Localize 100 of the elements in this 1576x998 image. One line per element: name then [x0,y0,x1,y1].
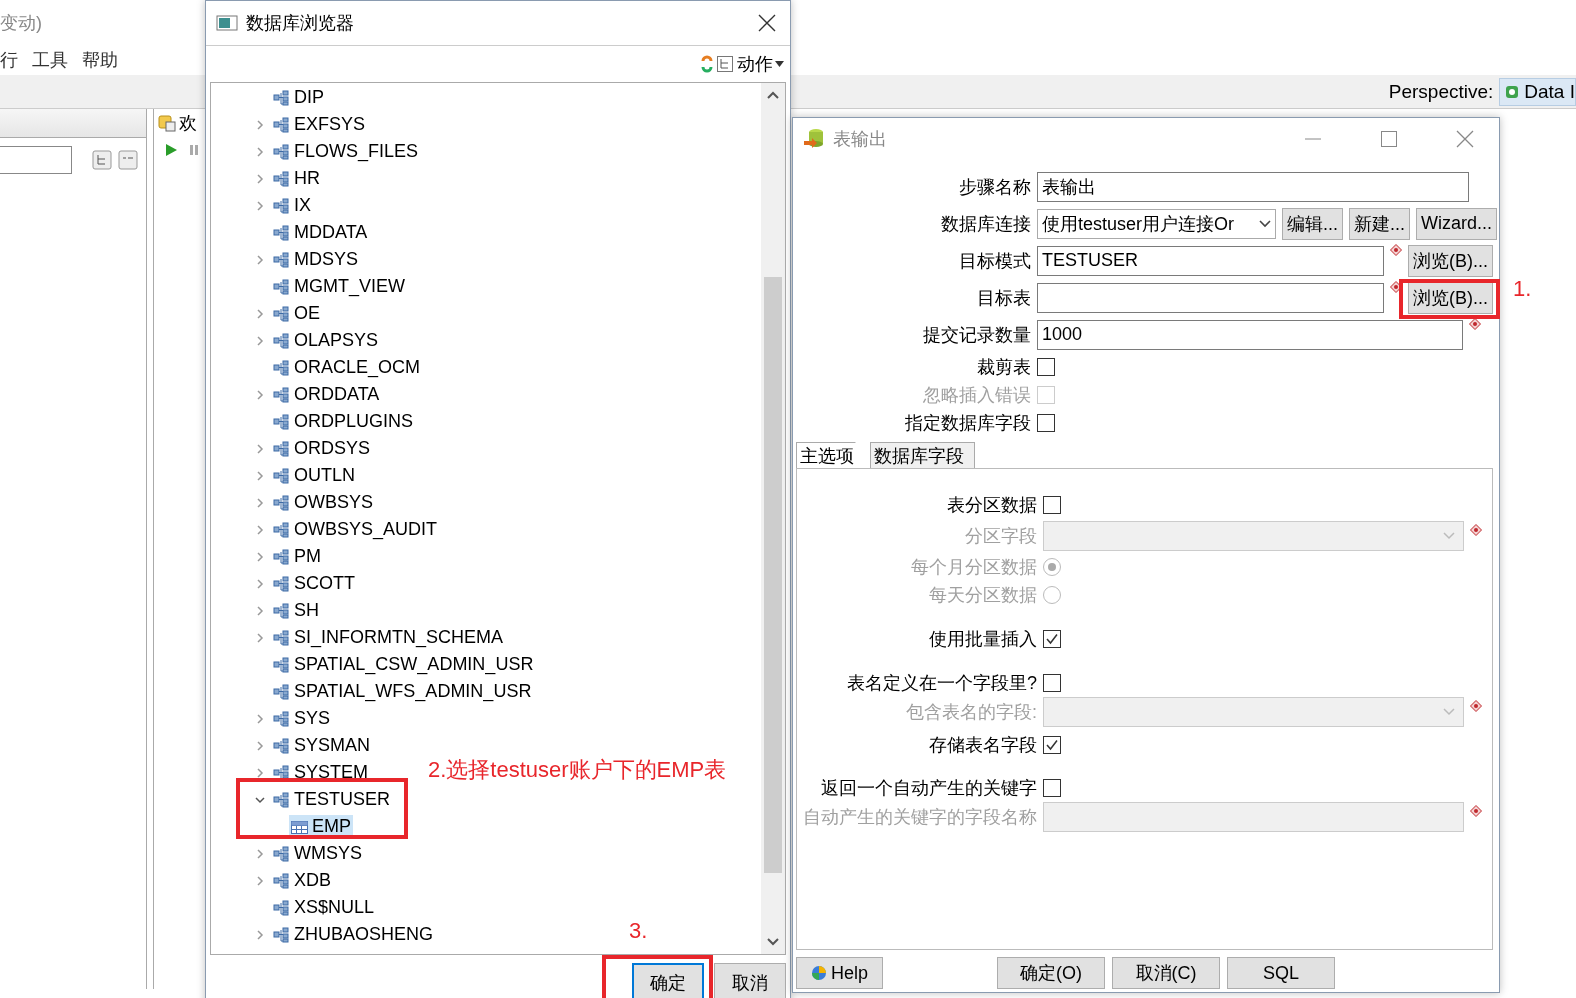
schema-icon [273,224,290,241]
tree-item[interactable]: TESTUSER [271,787,392,812]
tree-item[interactable]: MDDATA [271,220,370,245]
play-icon[interactable] [164,143,178,157]
field-label: 步骤名称 [958,175,1031,199]
schema-icon [273,575,290,592]
tree-view-icon[interactable] [717,56,733,72]
field-label: 每个月分区数据 [910,556,1037,579]
tree-item[interactable]: PM [271,544,323,569]
scrollbar[interactable] [761,83,785,954]
form-button[interactable]: 浏览(B)... [1408,244,1493,277]
tree-item[interactable]: OUTLN [271,463,357,488]
help-button[interactable]: Help [796,957,884,989]
schema-icon [273,683,290,700]
perspective-button[interactable]: Data I [1499,77,1576,106]
menu-item[interactable]: 行 [0,48,18,72]
dialog-button[interactable]: SQL [1227,957,1336,989]
tree-item[interactable]: FLOWS_FILES [271,139,421,164]
tree-item[interactable]: ORDDATA [271,382,382,407]
menu-item[interactable]: 工具 [32,48,68,72]
text-field[interactable] [1037,282,1384,313]
tree-view-icon[interactable] [92,150,112,170]
schema-icon [273,548,290,565]
tree-item[interactable]: SI_INFORMTN_SCHEMA [271,625,506,650]
field-label: 存储表名字段 [928,734,1037,757]
pause-icon[interactable] [188,143,200,157]
tree-item[interactable]: HR [271,166,322,191]
tree-item[interactable]: ORDSYS [271,436,373,461]
menu-item[interactable]: 帮助 [82,48,118,72]
checkbox[interactable] [1037,414,1055,432]
tree-item[interactable]: OWBSYS_AUDIT [271,517,440,542]
dialog-button[interactable]: 确定 [632,963,704,998]
help-icon [811,965,827,981]
tree-item[interactable]: IX [271,193,313,218]
checkbox[interactable] [1043,736,1061,754]
tree-item[interactable]: SH [271,598,321,623]
scroll-up-icon[interactable] [766,90,780,100]
tree-item[interactable]: SYS [271,706,333,731]
refresh-icon[interactable] [701,55,713,73]
text-field[interactable]: TESTUSER [1037,245,1384,276]
tab-label[interactable]: 欢 [179,111,197,135]
tree-item[interactable]: SYSMAN [271,733,373,758]
tree-item[interactable]: WMSYS [271,841,364,866]
schema-icon [273,845,290,862]
form-button[interactable]: 编辑... [1282,207,1343,240]
tab[interactable]: 数据库字段 [870,442,975,468]
form-button[interactable]: Wizard... [1416,207,1498,240]
schema-icon [273,89,290,106]
field-label: 目标表 [976,286,1031,310]
dialog-button[interactable]: 确定(O) [997,957,1106,989]
schema-icon [273,791,290,808]
tree-item[interactable]: OWBSYS [271,490,375,515]
checkbox[interactable] [1043,496,1061,514]
schema-icon [273,872,290,889]
caret-icon [775,61,784,67]
connection-dropdown[interactable]: 使用testuser用户连接Or [1037,208,1276,239]
panel-tab[interactable] [0,109,146,138]
tree-item[interactable]: XDB [271,868,333,893]
checkbox[interactable] [1043,630,1061,648]
tree-item[interactable]: MDSYS [271,247,360,272]
tree-item[interactable]: XS$NULL [271,895,377,920]
annotation-text: 1. [1513,276,1532,302]
field-label: 裁剪表 [976,356,1031,379]
schema-icon [273,278,290,295]
schema-icon [273,764,290,781]
text-field[interactable]: 1000 [1037,319,1463,350]
dropdown-chevron-icon [1441,706,1457,718]
tree-item[interactable]: OE [271,301,322,326]
collapse-icon[interactable] [118,150,138,170]
scroll-down-icon[interactable] [766,937,780,947]
checkbox[interactable] [1043,674,1061,692]
tree-item[interactable]: MGMT_VIEW [271,274,407,299]
schema-icon [273,332,290,349]
dialog-button[interactable]: 取消(C) [1112,957,1221,989]
text-field[interactable]: 表输出 [1037,171,1469,202]
close-icon [1456,130,1474,148]
schema-icon [273,467,290,484]
dropdown-chevron-icon [1441,530,1457,542]
tree-item[interactable]: EXFSYS [271,112,368,137]
tree-item[interactable]: ZHUBAOSHENG [271,922,436,947]
checkbox[interactable] [1043,779,1061,797]
tree-item[interactable]: OLAPSYS [271,328,381,353]
schema-icon [273,359,290,376]
tree-item[interactable]: SYSTEM [271,760,370,785]
checkbox[interactable] [1037,358,1055,376]
tree-item[interactable]: ORACLE_OCM [271,355,423,380]
schema-icon [273,737,290,754]
filter-field[interactable] [0,146,72,174]
dialog-button[interactable]: 取消 [714,963,786,998]
schema-icon [273,440,290,457]
form-button[interactable]: 浏览(B)... [1408,281,1493,314]
tree-item[interactable]: DIP [271,85,326,110]
field-label: 表分区数据 [946,494,1037,517]
action-menu[interactable]: 动作 [737,52,784,76]
tree-item[interactable]: SCOTT [271,571,357,596]
tree-item[interactable]: ORDPLUGINS [271,409,416,434]
tree-item[interactable]: SPATIAL_WFS_ADMIN_USR [271,679,534,704]
tree-item[interactable]: SPATIAL_CSW_ADMIN_USR [271,652,536,677]
schema-icon [273,656,290,673]
form-button[interactable]: 新建... [1349,207,1411,240]
